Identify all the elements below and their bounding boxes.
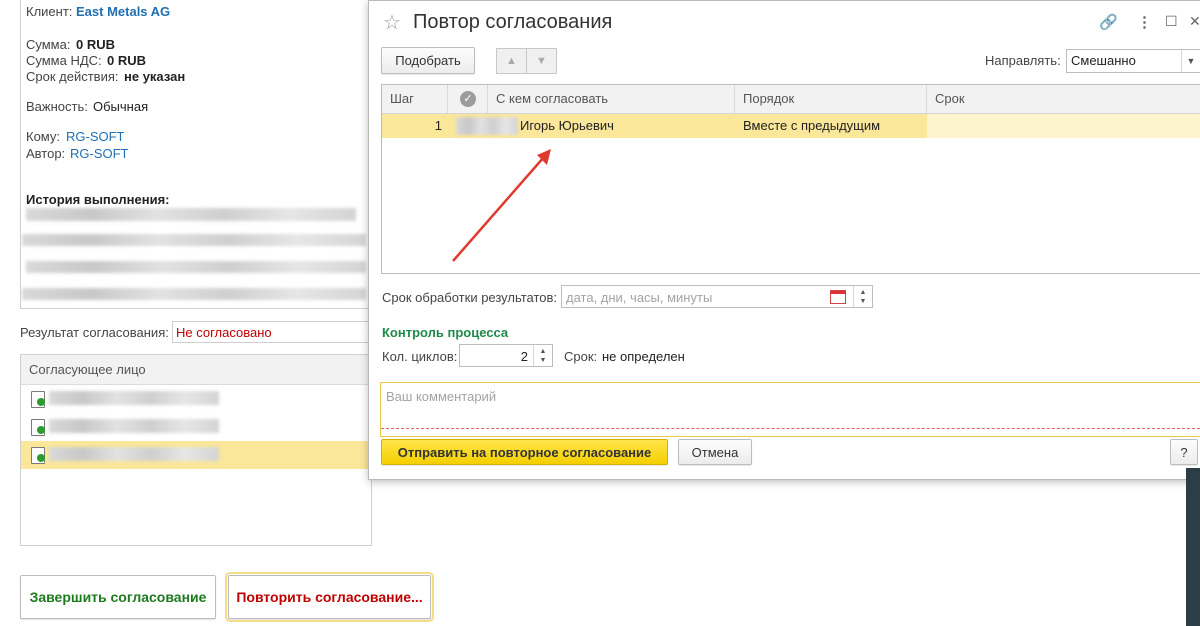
arrow-up-icon: ▲ — [506, 55, 517, 67]
vat-value: 0 RUB — [107, 53, 147, 68]
link-icon[interactable]: 🔗 — [1099, 13, 1118, 31]
direct-label: Направлять: — [985, 53, 1061, 68]
help-button[interactable]: ? — [1170, 439, 1198, 465]
processing-field[interactable]: дата, дни, часы, минуты ▲ ▼ — [561, 285, 873, 308]
calendar-icon[interactable] — [830, 290, 846, 304]
comment-placeholder: Ваш комментарий — [386, 389, 497, 404]
column-status[interactable]: ✓ — [448, 85, 488, 113]
maximize-icon[interactable]: ☐ — [1165, 13, 1178, 30]
repeat-approval-button[interactable]: Повторить согласование... — [225, 572, 434, 622]
arrow-down-icon: ▼ — [536, 55, 547, 67]
comment-input[interactable]: Ваш комментарий — [380, 382, 1200, 437]
history-redacted-line — [26, 208, 356, 221]
importance-value: Обычная — [93, 99, 149, 114]
more-icon[interactable]: ⋮ — [1137, 13, 1152, 31]
stepper-icon[interactable]: ▲ ▼ — [533, 345, 552, 366]
to-link[interactable]: RG-SOFT — [66, 129, 125, 144]
cell-term — [927, 114, 1200, 138]
star-icon[interactable]: ☆ — [383, 10, 401, 35]
client-label: Клиент: — [26, 4, 73, 19]
approvers-table: Согласующее лицо — [20, 354, 372, 546]
cancel-button[interactable]: Отмена — [678, 439, 752, 465]
history-title: История выполнения: — [26, 192, 170, 207]
deadline-label: Срок: — [564, 349, 598, 364]
approver-redacted — [49, 391, 219, 405]
move-up-button[interactable]: ▲ — [496, 48, 527, 74]
cell-step: 1 — [382, 114, 448, 138]
term-label: Срок действия: — [26, 69, 119, 84]
process-control-title: Контроль процесса — [382, 325, 509, 340]
cycles-value: 2 — [520, 349, 528, 364]
close-icon[interactable]: ✕ — [1189, 13, 1200, 30]
document-icon — [31, 419, 45, 436]
column-term[interactable]: Срок — [927, 85, 1200, 113]
cell-who-wrap: Игорь Юрьевич — [448, 114, 735, 138]
send-repeat-approval-button[interactable]: Отправить на повторное согласование — [381, 439, 668, 465]
approvers-header: Согласующее лицо — [21, 355, 371, 385]
table-row[interactable] — [21, 413, 371, 441]
processing-placeholder: дата, дни, часы, минуты — [566, 290, 713, 305]
history-redacted-line — [22, 288, 366, 300]
column-who[interactable]: С кем согласовать — [488, 85, 735, 113]
history-redacted-line — [26, 261, 366, 273]
approver-redacted — [49, 419, 219, 433]
pick-button[interactable]: Подобрать — [381, 47, 475, 74]
table-header: Шаг ✓ С кем согласовать Порядок Срок — [382, 85, 1200, 114]
chevron-down-icon[interactable]: ▼ — [1181, 50, 1200, 72]
window-edge — [1186, 468, 1200, 626]
importance-label: Важность: — [26, 99, 88, 114]
table-row[interactable] — [21, 385, 371, 413]
column-order[interactable]: Порядок — [735, 85, 927, 113]
document-icon — [31, 447, 45, 464]
processing-label: Срок обработки результатов: — [382, 290, 558, 305]
author-link[interactable]: RG-SOFT — [70, 146, 129, 161]
cell-order: Вместе с предыдущим — [735, 114, 927, 138]
stepper-icon[interactable]: ▲ ▼ — [853, 286, 872, 307]
cycles-label: Кол. циклов: — [382, 349, 458, 364]
move-down-button[interactable]: ▼ — [526, 48, 557, 74]
history-redacted-line — [22, 234, 366, 246]
author-label: Автор: — [26, 146, 66, 161]
repeat-approval-dialog: ☆ Повтор согласования 🔗 ⋮ ☐ ✕ Подобрать … — [368, 0, 1200, 480]
approver-redacted — [49, 447, 219, 461]
table-row-selected[interactable] — [21, 441, 371, 469]
document-icon — [31, 391, 45, 408]
table-row[interactable]: 1 Игорь Юрьевич Вместе с предыдущим — [382, 114, 1200, 138]
result-field[interactable]: Не согласовано — [172, 321, 372, 343]
approver-redacted — [456, 117, 518, 135]
column-step[interactable]: Шаг — [382, 85, 448, 113]
term-value: не указан — [124, 69, 186, 84]
dialog-title: Повтор согласования — [413, 11, 613, 33]
result-label: Результат согласования: — [20, 325, 169, 340]
cell-who: Игорь Юрьевич — [520, 118, 614, 133]
deadline-value: не определен — [602, 349, 685, 364]
client-link[interactable]: East Metals AG — [76, 4, 170, 19]
finish-approval-button[interactable]: Завершить согласование — [20, 575, 216, 619]
sum-label: Сумма: — [26, 37, 71, 52]
cycles-stepper[interactable]: 2 ▲ ▼ — [459, 344, 553, 367]
check-circle-icon: ✓ — [460, 91, 476, 107]
to-label: Кому: — [26, 129, 60, 144]
annotation-arrow — [452, 149, 551, 262]
direct-select-value: Смешанно — [1071, 53, 1136, 68]
direct-select[interactable]: Смешанно ▼ — [1066, 49, 1200, 73]
vat-label: Сумма НДС: — [26, 53, 102, 68]
sum-value: 0 RUB — [76, 37, 116, 52]
